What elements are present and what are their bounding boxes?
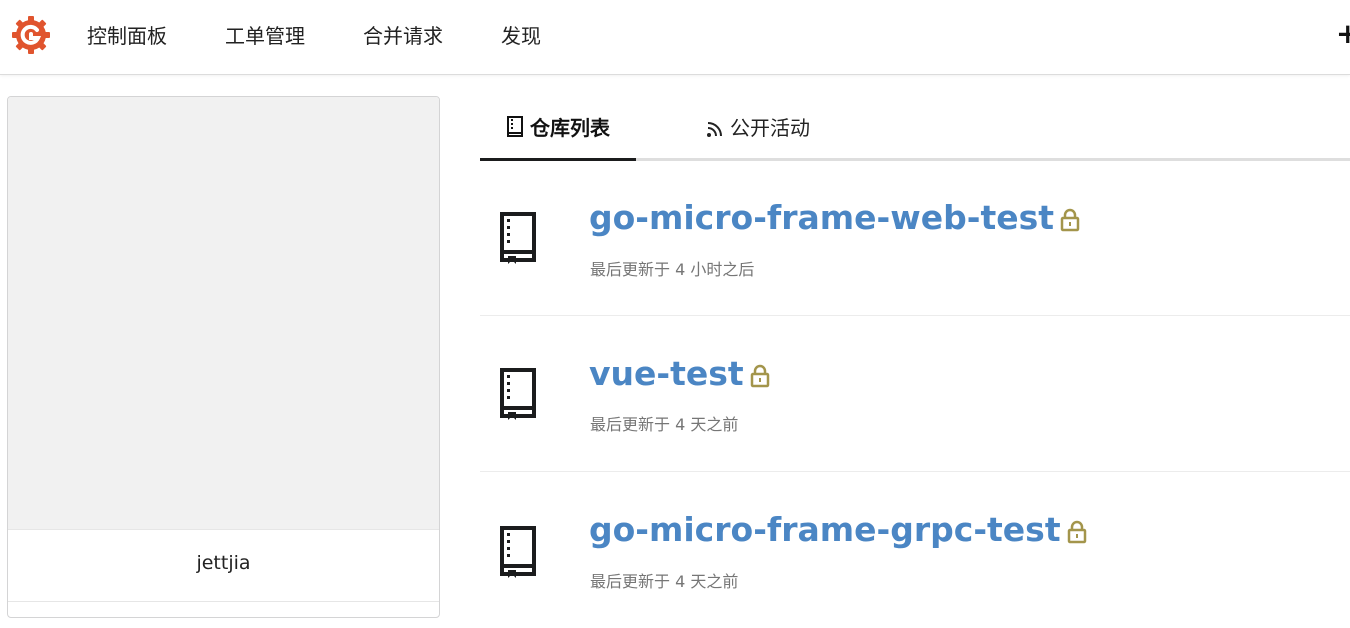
lock-icon — [750, 364, 769, 387]
tab-repositories[interactable]: 仓库列表 — [480, 98, 636, 161]
repo-list-item: go-micro-frame-grpc-test 最后更新于 4 天之前 — [480, 472, 1350, 628]
tab-public-activity[interactable]: 公开活动 — [706, 98, 810, 158]
rss-icon — [707, 122, 722, 137]
repo-name: go-micro-frame-web-test — [589, 198, 1055, 237]
repo-book-icon — [500, 368, 536, 420]
repo-name: vue-test — [589, 354, 744, 393]
lock-icon — [1060, 208, 1080, 231]
tab-repositories-label: 仓库列表 — [530, 116, 610, 140]
repo-book-icon — [500, 212, 536, 264]
repo-updated-time: 最后更新于 4 天之前 — [590, 572, 739, 591]
nav-pull-requests[interactable]: 合并请求 — [363, 22, 443, 50]
top-navbar: 控制面板 工单管理 合并请求 发现 + — [0, 0, 1350, 75]
lock-icon — [1067, 520, 1086, 543]
nav-explore[interactable]: 发现 — [501, 22, 541, 50]
avatar[interactable] — [8, 97, 439, 530]
repo-list-item: vue-test 最后更新于 4 天之前 — [480, 316, 1350, 472]
repo-name-link[interactable]: vue-test — [589, 354, 770, 393]
repo-book-icon — [500, 526, 536, 578]
repo-name-link[interactable]: go-micro-frame-web-test — [589, 198, 1080, 237]
nav-dashboard[interactable]: 控制面板 — [87, 22, 167, 50]
profile-card: jettjia — [7, 96, 440, 618]
create-new-button[interactable]: + — [1336, 18, 1350, 50]
repo-name-link[interactable]: go-micro-frame-grpc-test — [589, 510, 1087, 549]
repo-list-item: go-micro-frame-web-test 最后更新于 4 小时之后 — [480, 160, 1350, 316]
profile-tabs: 仓库列表 公开活动 — [480, 98, 1350, 161]
repo-updated-time: 最后更新于 4 小时之后 — [590, 260, 755, 279]
card-divider — [8, 601, 439, 602]
tab-public-activity-label: 公开活动 — [730, 116, 810, 140]
repo-updated-time: 最后更新于 4 天之前 — [590, 415, 739, 434]
gitea-logo-icon[interactable] — [11, 15, 51, 55]
repo-icon — [507, 116, 523, 137]
profile-username: jettjia — [196, 552, 251, 574]
repo-name: go-micro-frame-grpc-test — [589, 510, 1061, 549]
nav-issues[interactable]: 工单管理 — [225, 22, 305, 50]
